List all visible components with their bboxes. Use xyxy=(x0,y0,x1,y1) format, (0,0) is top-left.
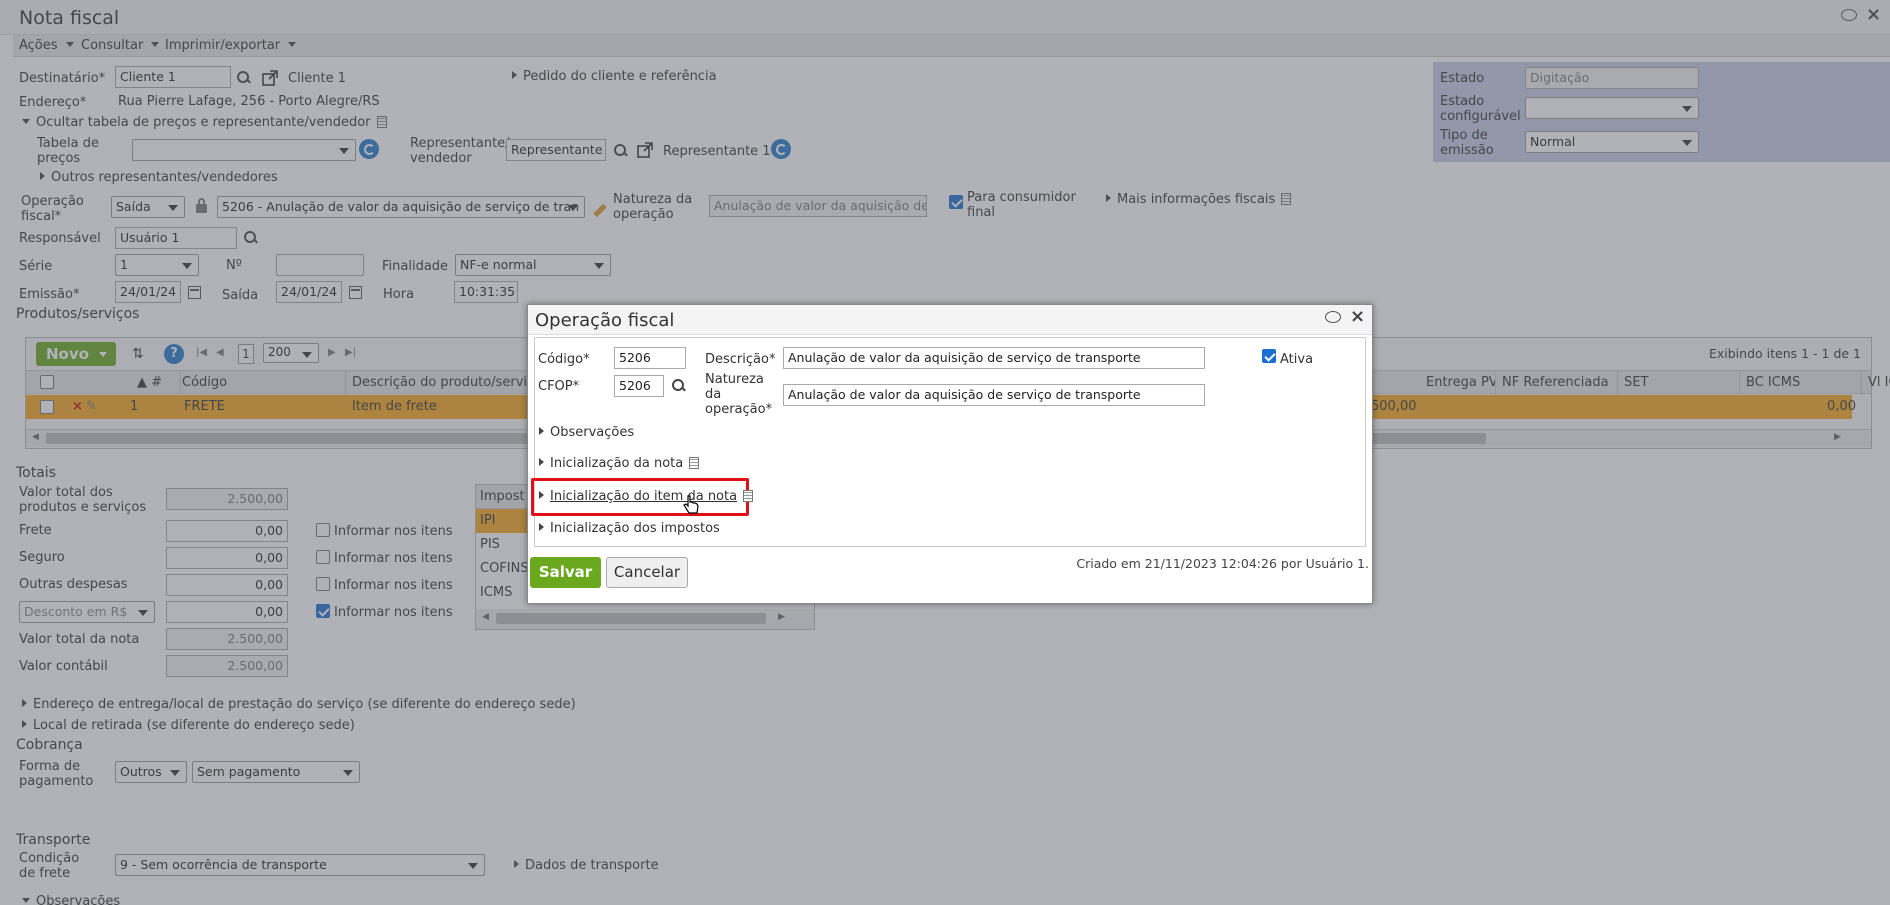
cfop-input[interactable]: 5206 xyxy=(614,375,664,397)
comment-icon[interactable] xyxy=(1325,311,1341,323)
ativa-checkbox[interactable] xyxy=(1262,349,1276,363)
init-item-toggle[interactable]: Inicialização do item da nota xyxy=(539,489,754,504)
note-icon xyxy=(689,457,700,469)
dialog-title-bar: Operação fiscal × xyxy=(528,305,1372,335)
operacao-fiscal-dialog: Operação fiscal × Código* 5206 Descrição… xyxy=(527,304,1373,604)
codigo-input[interactable]: 5206 xyxy=(614,347,686,369)
dialog-body: Código* 5206 Descrição* Anulação de valo… xyxy=(531,337,1366,547)
ativa-label: Ativa xyxy=(1280,352,1314,367)
natureza-operacao-input[interactable]: Anulação de valor da aquisição de serviç… xyxy=(783,384,1205,406)
salvar-button[interactable]: Salvar xyxy=(530,557,601,588)
descricao-input[interactable]: Anulação de valor da aquisição de serviç… xyxy=(783,347,1205,369)
cfop-label: CFOP* xyxy=(538,379,580,394)
init-impostos-toggle[interactable]: Inicialização dos impostos xyxy=(539,521,720,536)
hand-cursor-icon xyxy=(683,495,699,514)
descricao-label: Descrição* xyxy=(705,352,776,367)
codigo-label: Código* xyxy=(538,352,590,367)
init-nota-toggle[interactable]: Inicialização da nota xyxy=(539,456,700,471)
close-icon[interactable]: × xyxy=(1350,306,1365,327)
observacoes-toggle[interactable]: Observações xyxy=(539,425,634,440)
search-icon[interactable] xyxy=(672,379,686,393)
dialog-title: Operação fiscal xyxy=(535,310,675,331)
natureza-operacao-label: Natureza da operação* xyxy=(705,372,773,417)
cancelar-button[interactable]: Cancelar xyxy=(606,557,688,588)
criado-label: Criado em 21/11/2023 12:04:26 por Usuári… xyxy=(1076,556,1369,571)
note-icon xyxy=(743,490,754,502)
